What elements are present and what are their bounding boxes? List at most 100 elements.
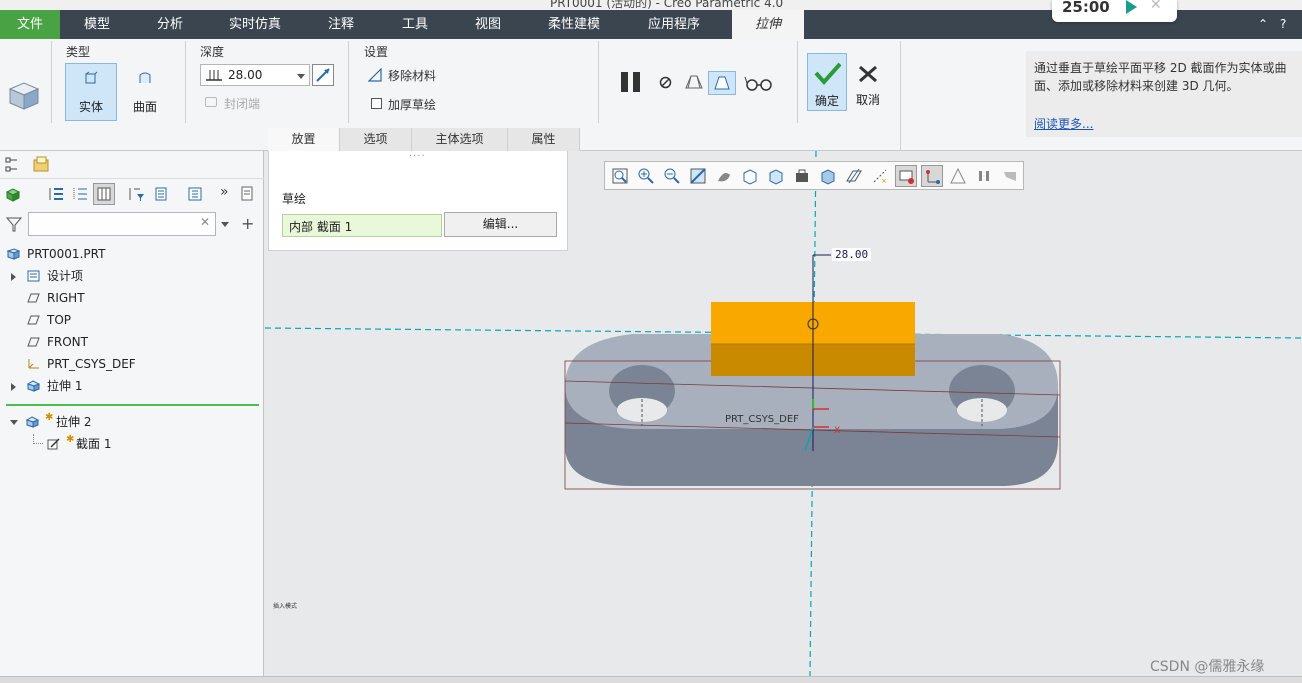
capped-ends-option[interactable]: 封闭端 (224, 95, 260, 112)
tree-item-right[interactable]: RIGHT (0, 288, 264, 308)
solid-button[interactable]: 实体 (65, 63, 117, 121)
play-icon[interactable] (1126, 0, 1137, 14)
annotation-display-icon[interactable] (949, 167, 967, 185)
surface-button[interactable]: 曲面 (119, 63, 171, 121)
menu-tools[interactable]: 工具 (380, 10, 450, 39)
ok-button[interactable]: 确定 (807, 53, 847, 111)
tree-item-top[interactable]: TOP (0, 310, 264, 330)
verify-glasses-icon[interactable] (744, 75, 774, 91)
chevron-down-icon[interactable] (297, 74, 305, 79)
point-display-button[interactable] (895, 165, 917, 187)
svg-text:×: × (881, 177, 887, 185)
menu-applications[interactable]: 应用程序 (625, 10, 723, 39)
folder-browser-tab-icon[interactable] (32, 156, 50, 174)
plane-display-icon[interactable] (845, 167, 863, 185)
tree-item-front[interactable]: FRONT (0, 332, 264, 352)
tree-list-icon[interactable] (48, 186, 64, 202)
tree-columns-button[interactable] (93, 183, 115, 205)
extrude-icon (26, 416, 39, 428)
menu-extrude-active[interactable]: 拉伸 (732, 10, 804, 39)
remove-material-option[interactable]: 移除材料 (388, 67, 436, 84)
collapse-icon[interactable] (10, 420, 18, 425)
timer-time: 25:00 (1062, 0, 1110, 16)
part-icon (7, 248, 20, 260)
cancel-button[interactable]: 取消 (850, 53, 886, 111)
help-icon[interactable]: ? (1280, 10, 1286, 39)
separate-preview-icon[interactable] (683, 72, 705, 92)
csys-display-button[interactable] (921, 165, 943, 187)
menu-view[interactable]: 视图 (452, 10, 524, 39)
filter-icon[interactable] (6, 216, 22, 232)
no-preview-icon[interactable] (659, 76, 672, 89)
repaint-icon[interactable] (689, 167, 707, 185)
datum-plane-icon (27, 293, 40, 303)
model-tree-tab-icon[interactable] (5, 157, 21, 173)
tree-display-icon[interactable] (187, 186, 203, 202)
spin-center-icon[interactable] (1001, 167, 1019, 185)
insert-indicator[interactable] (6, 404, 259, 406)
depth-input[interactable]: 28.00 (200, 64, 310, 86)
tree-settings-icon[interactable] (154, 186, 170, 202)
tree-item-label: FRONT (47, 335, 88, 349)
tab-body-options[interactable]: 主体选项 (412, 128, 508, 151)
search-dropdown-icon[interactable] (221, 222, 229, 227)
remove-material-icon[interactable] (368, 68, 382, 82)
tree-filter-icon[interactable] (128, 186, 146, 202)
pause-icon[interactable] (620, 71, 642, 93)
csys-display-icon (926, 170, 940, 184)
tree-item-label: 截面 1 (76, 437, 112, 451)
menu-annotate[interactable]: 注释 (305, 10, 377, 39)
menu-flexible-modeling[interactable]: 柔性建模 (530, 10, 618, 39)
display-style-icon[interactable] (715, 167, 733, 185)
tree-expand-icon[interactable] (72, 186, 88, 202)
flip-direction-icon[interactable] (312, 64, 334, 86)
tree-item-section-1[interactable]: ✱ 截面 1 (0, 434, 264, 454)
tree-root[interactable]: PRT0001.PRT (0, 244, 264, 264)
tree-item-csys[interactable]: PRT_CSYS_DEF (0, 354, 264, 374)
tree-search-input[interactable]: ✕ (28, 212, 216, 236)
close-icon[interactable]: ✕ (1150, 0, 1162, 13)
expand-icon[interactable] (11, 273, 16, 281)
sketch-label: 草绘 (282, 192, 307, 206)
read-more-link[interactable]: 阅读更多... (1034, 115, 1093, 133)
saved-orientations-icon[interactable] (741, 167, 759, 185)
tab-options[interactable]: 选项 (340, 128, 412, 151)
more-icon[interactable]: » (220, 184, 229, 200)
thicken-sketch-label[interactable]: 加厚草绘 (388, 96, 436, 113)
thicken-sketch-checkbox[interactable] (371, 98, 382, 109)
tree-item-label: PRT_CSYS_DEF (47, 357, 136, 371)
perspective-icon[interactable] (793, 167, 811, 185)
tab-placement[interactable]: 放置 (268, 128, 340, 151)
collapse-ribbon-icon[interactable]: ⌃ (1258, 10, 1268, 39)
sketch-collector[interactable]: 内部 截面 1 (282, 214, 442, 237)
add-filter-icon[interactable]: + (241, 214, 254, 233)
menu-analysis[interactable]: 分析 (135, 10, 205, 39)
menu-file[interactable]: 文件 (0, 10, 60, 39)
tree-item-extrude-1[interactable]: 拉伸 1 (0, 376, 264, 396)
drag-handle[interactable]: ···· (409, 151, 426, 162)
expand-icon[interactable] (11, 383, 16, 391)
tree-item-extrude-2[interactable]: ✱ 拉伸 2 (0, 412, 264, 432)
zoom-in-icon[interactable] (637, 167, 655, 185)
axis-display-icon[interactable]: × (871, 167, 889, 185)
sketch-icon (47, 438, 60, 450)
clear-search-icon[interactable]: ✕ (200, 215, 210, 229)
placement-panel: ···· 草绘 内部 截面 1 编辑... (268, 151, 568, 251)
depth-dimension[interactable]: 28.00 (832, 248, 872, 261)
window-title: PRT0001 (活动的) - Creo Parametric 4.0 (550, 0, 784, 10)
menu-realtime-sim[interactable]: 实时仿真 (210, 10, 300, 39)
refit-icon[interactable] (611, 167, 629, 185)
zoom-out-icon[interactable] (663, 167, 681, 185)
pause-animation-icon[interactable] (975, 167, 993, 185)
edit-button[interactable]: 编辑... (444, 212, 557, 237)
dynamic-preview-button[interactable] (708, 71, 736, 95)
blind-depth-icon[interactable] (204, 68, 224, 83)
view-manager-icon[interactable] (767, 167, 785, 185)
show-icon[interactable] (5, 187, 21, 203)
datum-display-icon[interactable] (819, 167, 837, 185)
menu-model[interactable]: 模型 (62, 10, 132, 39)
status-bar (0, 676, 1302, 683)
layer-icon[interactable] (240, 186, 256, 202)
tab-properties[interactable]: 属性 (508, 128, 580, 151)
tree-item-design-items[interactable]: 设计项 (0, 266, 264, 286)
